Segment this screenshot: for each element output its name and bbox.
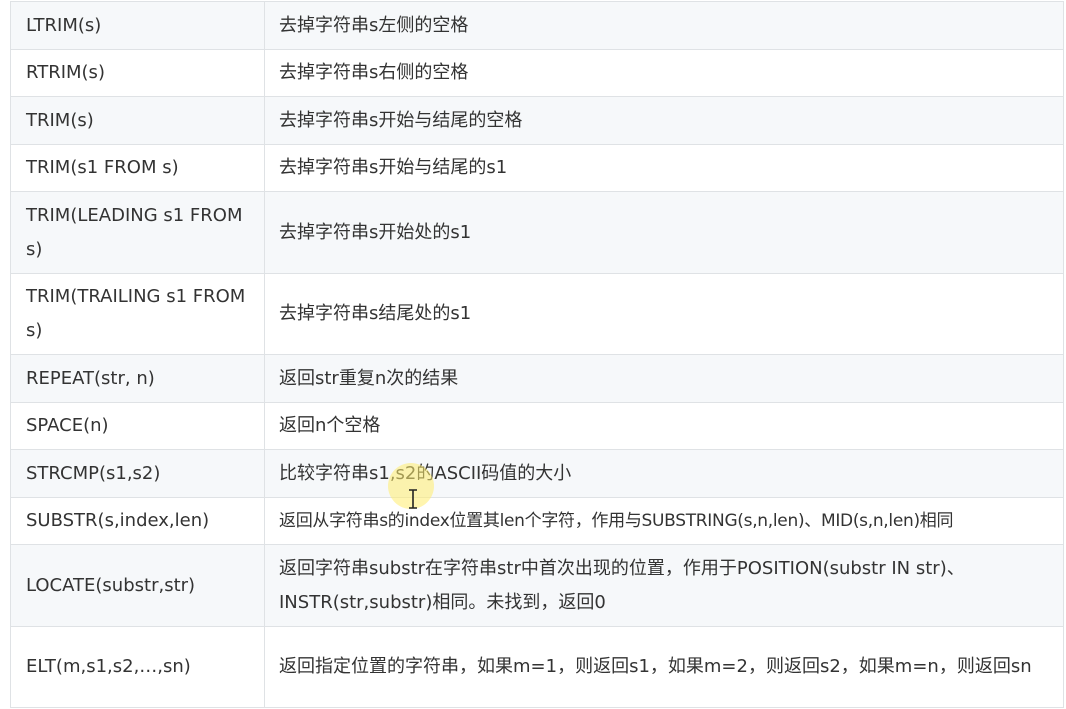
function-cell: LTRIM(s) — [10, 1, 265, 50]
function-cell: TRIM(s) — [10, 96, 265, 145]
function-cell: RTRIM(s) — [10, 49, 265, 97]
description-cell: 返回str重复n次的结果 — [264, 354, 1064, 403]
table-row: ELT(m,s1,s2,…,sn) 返回指定位置的字符串，如果m=1，则返回s1… — [10, 626, 1064, 708]
description-cell: 返回从字符串s的index位置其len个字符，作用与SUBSTRING(s,n,… — [264, 497, 1064, 545]
page: LTRIM(s) 去掉字符串s左侧的空格 RTRIM(s) 去掉字符串s右侧的空… — [0, 0, 1066, 709]
function-cell: LOCATE(substr,str) — [10, 544, 265, 627]
table-row: STRCMP(s1,s2) 比较字符串s1,s2的ASCII码值的大小 — [10, 449, 1064, 498]
table-row: TRIM(s1 FROM s) 去掉字符串s开始与结尾的s1 — [10, 144, 1064, 192]
description-cell: 去掉字符串s开始处的s1 — [264, 191, 1064, 274]
description-cell: 返回字符串substr在字符串str中首次出现的位置，作用于POSITION(s… — [264, 544, 1064, 627]
function-cell: REPEAT(str, n) — [10, 354, 265, 403]
table-row: REPEAT(str, n) 返回str重复n次的结果 — [10, 354, 1064, 403]
function-cell: STRCMP(s1,s2) — [10, 449, 265, 498]
description-cell: 去掉字符串s开始与结尾的s1 — [264, 144, 1064, 192]
table-row: SUBSTR(s,index,len) 返回从字符串s的index位置其len个… — [10, 497, 1064, 545]
function-cell: TRIM(LEADING s1 FROM s) — [10, 191, 265, 274]
description-cell: 去掉字符串s开始与结尾的空格 — [264, 96, 1064, 145]
function-cell: SPACE(n) — [10, 402, 265, 450]
table-row: TRIM(s) 去掉字符串s开始与结尾的空格 — [10, 96, 1064, 145]
description-cell: 去掉字符串s结尾处的s1 — [264, 273, 1064, 355]
function-cell: TRIM(s1 FROM s) — [10, 144, 265, 192]
function-cell: TRIM(TRAILING s1 FROM s) — [10, 273, 265, 355]
function-cell: ELT(m,s1,s2,…,sn) — [10, 626, 265, 708]
table-row: LOCATE(substr,str) 返回字符串substr在字符串str中首次… — [10, 544, 1064, 627]
description-cell: 去掉字符串s左侧的空格 — [264, 1, 1064, 50]
string-functions-table: LTRIM(s) 去掉字符串s左侧的空格 RTRIM(s) 去掉字符串s右侧的空… — [10, 1, 1064, 708]
description-cell: 返回指定位置的字符串，如果m=1，则返回s1，如果m=2，则返回s2，如果m=n… — [264, 626, 1064, 708]
table-row: LTRIM(s) 去掉字符串s左侧的空格 — [10, 1, 1064, 50]
description-cell: 比较字符串s1,s2的ASCII码值的大小 — [264, 449, 1064, 498]
table-row: SPACE(n) 返回n个空格 — [10, 402, 1064, 450]
table-row: TRIM(TRAILING s1 FROM s) 去掉字符串s结尾处的s1 — [10, 273, 1064, 355]
table-row: RTRIM(s) 去掉字符串s右侧的空格 — [10, 49, 1064, 97]
table-row: TRIM(LEADING s1 FROM s) 去掉字符串s开始处的s1 — [10, 191, 1064, 274]
description-cell: 返回n个空格 — [264, 402, 1064, 450]
function-cell: SUBSTR(s,index,len) — [10, 497, 265, 545]
description-cell: 去掉字符串s右侧的空格 — [264, 49, 1064, 97]
